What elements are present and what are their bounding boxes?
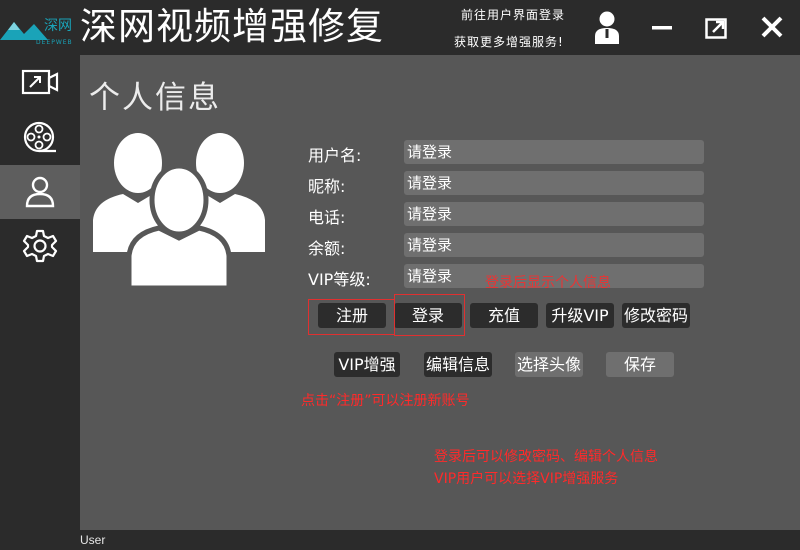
login-hint-line1: 前往用户界面登录 [461, 8, 566, 22]
save-button[interactable]: 保存 [606, 352, 674, 377]
video-export-icon [21, 69, 59, 95]
sidebar [0, 55, 80, 550]
avatar-group-icon[interactable] [93, 128, 265, 291]
login-highlight-box [394, 294, 465, 336]
svg-text:深网: 深网 [44, 18, 72, 34]
recharge-button[interactable]: 充值 [470, 303, 538, 328]
vip-enhance-button[interactable]: VIP增强 [334, 352, 400, 377]
register-highlight-box [308, 299, 395, 335]
balance-field[interactable]: 请登录 [404, 233, 704, 257]
register-note: 点击“注册”可以注册新账号 [301, 393, 470, 409]
status-bar [80, 530, 800, 550]
vip-level-label: VIP等级: [308, 270, 371, 289]
upgrade-vip-button[interactable]: 升级VIP [546, 303, 614, 328]
login-hint-line2: 获取更多增强服务! [454, 35, 564, 49]
username-field[interactable]: 请登录 [404, 140, 704, 164]
sidebar-item-user[interactable] [0, 165, 80, 219]
svg-text:DEEPWEB: DEEPWEB [36, 39, 73, 46]
film-reel-icon [23, 121, 56, 153]
change-password-button[interactable]: 修改密码 [622, 303, 690, 328]
sidebar-item-film[interactable] [0, 111, 80, 165]
sidebar-item-video[interactable] [0, 55, 80, 109]
nickname-label: 昵称: [308, 177, 346, 196]
gear-icon [22, 229, 58, 263]
annotation-line2: VIP用户可以选择VIP增强服务 [434, 471, 619, 487]
status-text: User [80, 533, 106, 547]
annotation-line1: 登录后可以修改密码、编辑个人信息 [434, 449, 658, 465]
minimize-icon[interactable] [650, 16, 674, 40]
sidebar-item-settings[interactable] [0, 219, 80, 273]
username-label: 用户名: [308, 146, 362, 165]
close-icon[interactable] [759, 14, 785, 40]
phone-label: 电话: [308, 208, 346, 227]
edit-info-button[interactable]: 编辑信息 [424, 352, 492, 377]
user-icon[interactable] [590, 8, 624, 46]
user-outline-icon [25, 176, 55, 208]
restore-icon[interactable] [704, 15, 730, 41]
nickname-field[interactable]: 请登录 [404, 171, 704, 195]
balance-label: 余额: [308, 239, 346, 258]
choose-avatar-button[interactable]: 选择头像 [515, 352, 583, 377]
phone-field[interactable]: 请登录 [404, 202, 704, 226]
app-title: 深网视频增强修复 [80, 5, 384, 48]
app-logo: 深网 DEEPWEB [0, 0, 80, 55]
login-info-annotation: 登录后显示个人信息 [485, 275, 611, 291]
page-title: 个人信息 [89, 80, 221, 116]
